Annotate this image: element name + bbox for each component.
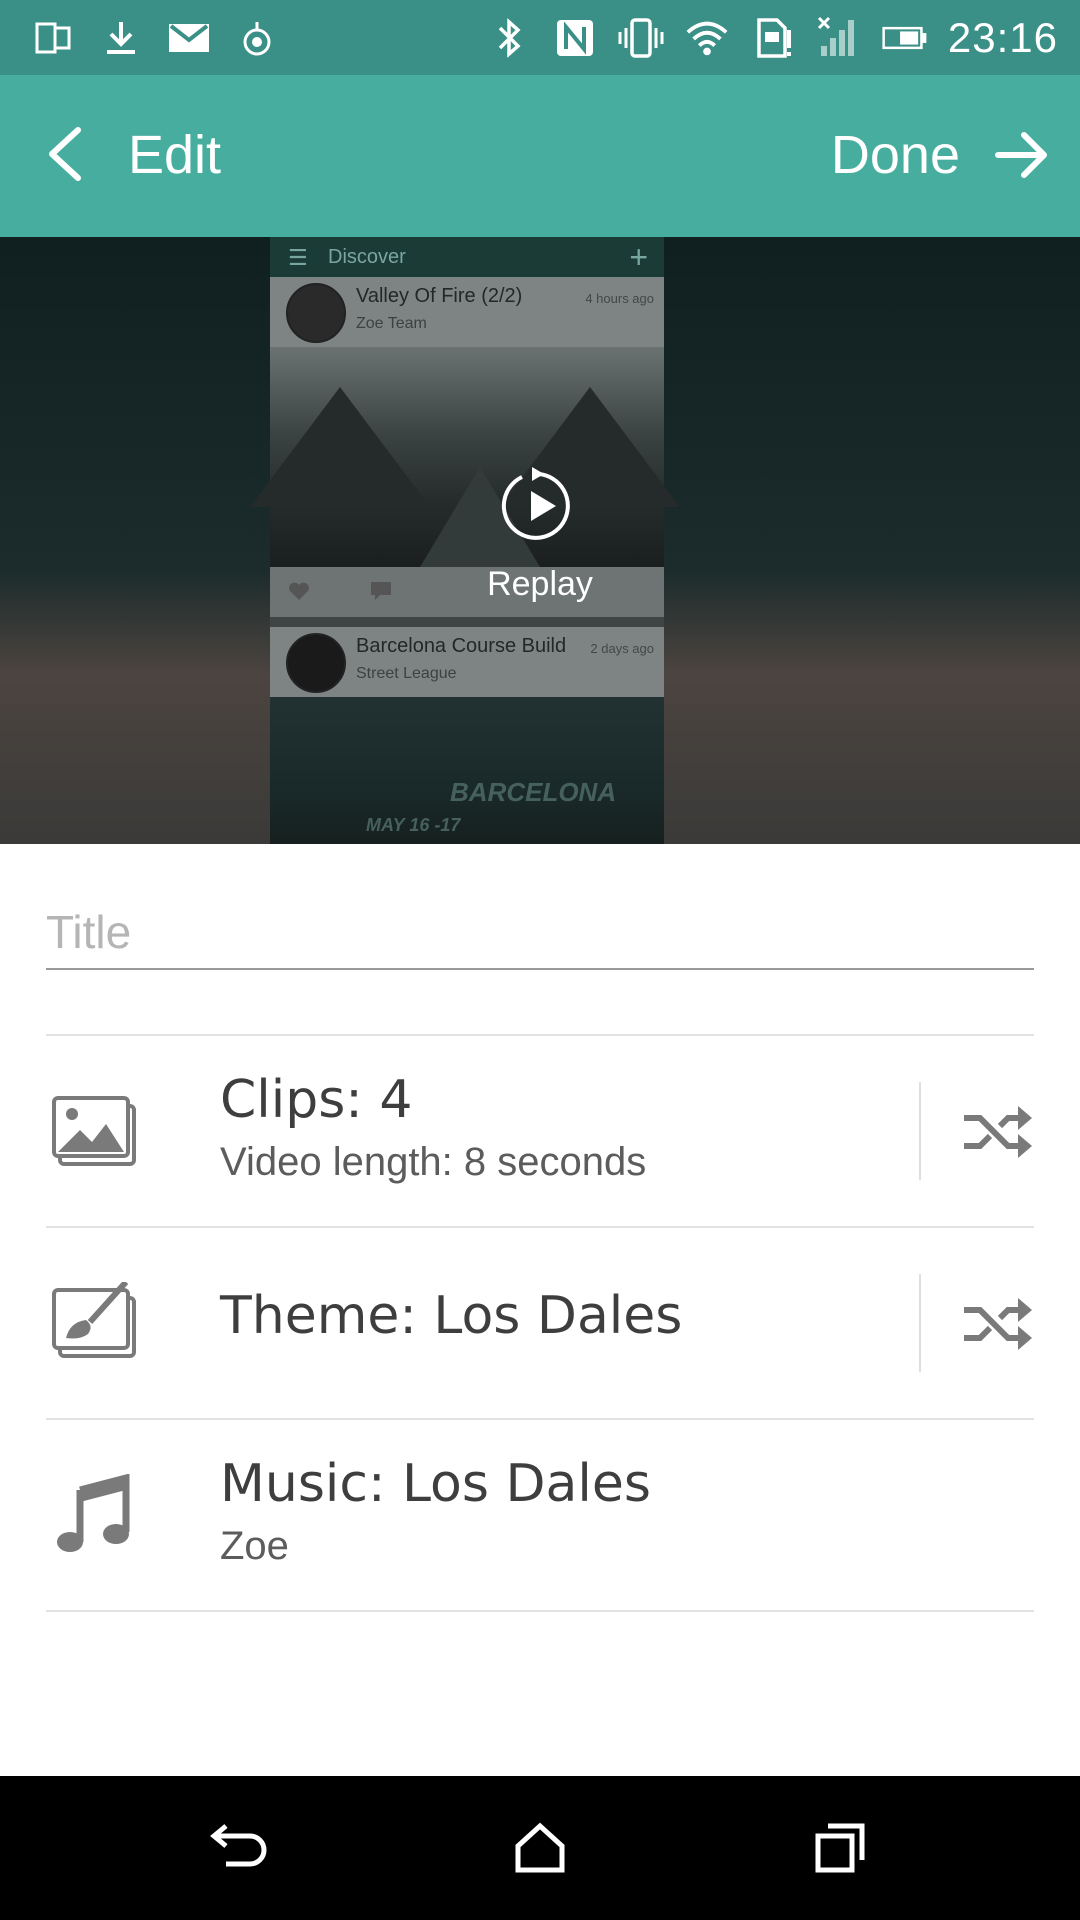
status-left-icons [30, 10, 280, 65]
back-icon [210, 1824, 267, 1867]
music-row[interactable]: Music: Los Dales Zoe [46, 1418, 1034, 1612]
notification-icon [234, 15, 280, 61]
title-input[interactable] [46, 906, 1034, 970]
battery-icon [882, 15, 928, 61]
app-bar: Edit Done [0, 75, 1080, 237]
settings-panel: Clips: 4 Video length: 8 seconds Theme: … [0, 844, 1080, 1776]
home-icon [515, 1822, 565, 1873]
gmail-icon [166, 15, 212, 61]
screen-mirror-icon [30, 15, 76, 61]
nav-home-button[interactable] [504, 1812, 576, 1884]
shuffle-clips-button[interactable] [962, 1096, 1034, 1168]
nav-back-button[interactable] [204, 1812, 276, 1884]
video-preview[interactable]: ☰ Discover + Valley Of Fire (2/2) Zoe Te… [0, 237, 1080, 844]
music-note-icon [57, 1474, 130, 1552]
back-button[interactable] [34, 119, 94, 189]
sim-icon [750, 15, 796, 61]
bluetooth-icon [486, 15, 532, 61]
recents-icon [815, 1823, 865, 1873]
vibrate-icon [618, 15, 664, 61]
chevron-left-icon [49, 127, 81, 181]
nfc-icon [552, 15, 598, 61]
status-time: 23:16 [947, 14, 1058, 61]
music-artist-label: Zoe [220, 1524, 289, 1568]
music-label: Music: Los Dales [220, 1454, 651, 1514]
shuffle-icon [964, 1298, 1032, 1350]
shuffle-theme-button[interactable] [962, 1288, 1034, 1360]
page-title: Edit [128, 125, 222, 185]
divider [919, 1274, 921, 1372]
arrow-right-icon [995, 132, 1047, 178]
done-label: Done [830, 125, 960, 185]
done-button[interactable]: Done [831, 115, 1050, 195]
wifi-icon [684, 15, 730, 61]
replay-icon[interactable] [500, 467, 578, 545]
video-length-label: Video length: 8 seconds [220, 1140, 647, 1184]
divider [919, 1082, 921, 1180]
theme-label: Theme: Los Dales [220, 1286, 683, 1346]
signal-icon [816, 15, 862, 61]
download-icon [98, 15, 144, 61]
shuffle-icon [964, 1106, 1032, 1158]
image-icon [52, 1096, 136, 1166]
theme-brush-icon [52, 1282, 136, 1358]
replay-overlay: Replay [0, 237, 1080, 844]
replay-label[interactable]: Replay [0, 565, 1080, 604]
status-right-icons: 23:16 [486, 8, 1058, 68]
status-bar: 23:16 [0, 0, 1080, 75]
nav-recents-button[interactable] [804, 1812, 876, 1884]
navigation-bar [0, 1776, 1080, 1920]
clips-label: Clips: 4 [220, 1070, 413, 1130]
theme-row[interactable]: Theme: Los Dales [46, 1226, 1034, 1418]
clips-row[interactable]: Clips: 4 Video length: 8 seconds [46, 1034, 1034, 1226]
